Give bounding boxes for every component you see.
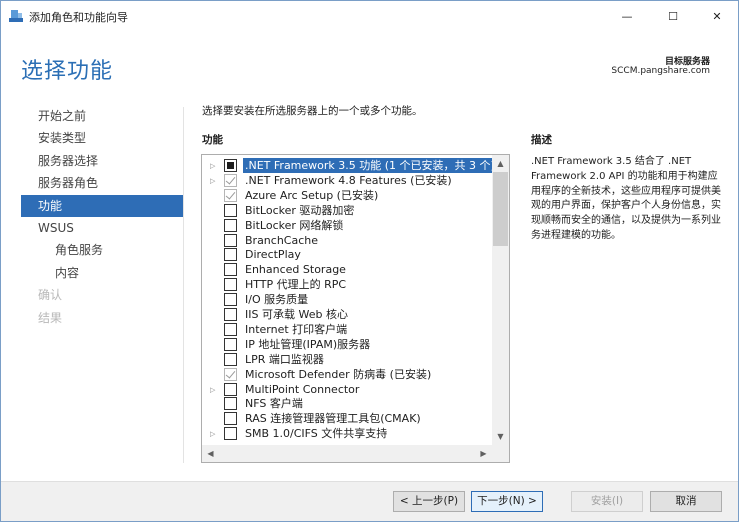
feature-checkbox[interactable] (224, 159, 237, 172)
previous-button[interactable]: < 上一步(P) (393, 491, 465, 512)
feature-label: BitLocker 网络解锁 (245, 218, 344, 232)
feature-row[interactable]: BitLocker 驱动器加密 (202, 203, 492, 218)
install-button: 安装(I) (571, 491, 643, 512)
close-button[interactable]: ✕ (695, 1, 739, 31)
server-manager-icon (9, 10, 23, 22)
description-header: 描述 (531, 134, 552, 146)
feature-label: .NET Framework 3.5 功能 (1 个已安装，共 3 个) (243, 158, 497, 173)
feature-label: LPR 端口监视器 (245, 352, 324, 366)
expand-icon[interactable]: ▷ (210, 385, 218, 395)
feature-row[interactable]: Microsoft Defender 防病毒 (已安装) (202, 367, 492, 382)
maximize-button[interactable]: ☐ (651, 1, 695, 31)
feature-checkbox[interactable] (224, 322, 237, 336)
feature-row[interactable]: Azure Arc Setup (已安装) (202, 188, 492, 203)
feature-label: BitLocker 驱动器加密 (245, 203, 355, 217)
feature-checkbox[interactable] (224, 293, 237, 307)
feature-label: Azure Arc Setup (已安装) (245, 188, 379, 202)
feature-row[interactable]: Enhanced Storage (202, 262, 492, 277)
destination-server-name: SCCM.pangshare.com (611, 66, 710, 76)
feature-label: Internet 打印客户端 (245, 322, 348, 336)
expand-icon[interactable]: ▷ (210, 429, 218, 439)
nav-item-wsus[interactable]: WSUS (21, 217, 183, 239)
horizontal-scrollbar[interactable]: ◀ ▶ (202, 445, 492, 462)
nav-item-results: 结果 (38, 310, 63, 325)
nav-item-before-you-begin[interactable]: 开始之前 (21, 105, 183, 127)
feature-checkbox[interactable] (224, 352, 237, 366)
feature-row[interactable]: RAS 连接管理器管理工具包(CMAK) (202, 411, 492, 426)
minimize-button[interactable]: — (605, 1, 649, 31)
feature-checkbox (224, 173, 237, 187)
feature-label: Enhanced Storage (245, 263, 346, 277)
feature-row[interactable]: ▷ .NET Framework 4.8 Features (已安装) (202, 173, 492, 188)
feature-row[interactable]: ▷ MultiPoint Connector (202, 382, 492, 397)
feature-label: .NET Framework 4.8 Features (已安装) (245, 173, 452, 187)
feature-row[interactable]: DirectPlay (202, 247, 492, 262)
feature-row[interactable]: ▷ .NET Framework 3.5 功能 (1 个已安装，共 3 个) (202, 158, 497, 173)
vertical-scrollbar[interactable]: ▲ ▼ (492, 155, 509, 445)
feature-checkbox[interactable] (224, 397, 237, 411)
feature-checkbox (224, 367, 237, 381)
feature-label: I/O 服务质量 (245, 293, 309, 307)
feature-row[interactable]: HTTP 代理上的 RPC (202, 277, 492, 292)
instruction-text: 选择要安装在所选服务器上的一个或多个功能。 (202, 105, 423, 117)
feature-row[interactable]: LPR 端口监视器 (202, 352, 492, 367)
nav-divider (183, 107, 184, 463)
feature-checkbox[interactable] (224, 382, 237, 396)
expand-icon[interactable]: ▷ (210, 176, 218, 186)
feature-label: BranchCache (245, 233, 319, 247)
features-tree[interactable]: ▷ .NET Framework 3.5 功能 (1 个已安装，共 3 个) ▷ .N… (201, 154, 510, 463)
scrollbar-thumb[interactable] (493, 172, 508, 246)
feature-row[interactable]: I/O 服务质量 (202, 292, 492, 307)
title-bar: 添加角色和功能向导 — ☐ ✕ (1, 1, 738, 31)
feature-checkbox[interactable] (224, 263, 237, 277)
feature-checkbox[interactable] (224, 203, 237, 217)
feature-label: IIS 可承载 Web 核心 (245, 308, 348, 321)
scrollbar-corner (492, 445, 509, 462)
nav-item-role-services[interactable]: 角色服务 (21, 239, 183, 261)
feature-label: DirectPlay (245, 248, 301, 262)
expand-icon[interactable]: ▷ (210, 161, 218, 171)
feature-row[interactable]: IIS 可承载 Web 核心 (202, 307, 492, 322)
window-title: 添加角色和功能向导 (29, 11, 128, 24)
nav-item-server-roles[interactable]: 服务器角色 (21, 172, 183, 194)
nav-item-content[interactable]: 内容 (21, 262, 183, 284)
feature-row[interactable]: BitLocker 网络解锁 (202, 218, 492, 233)
page-title: 选择功能 (21, 59, 114, 84)
nav-item-installation-type[interactable]: 安装类型 (21, 127, 183, 149)
nav-item-features[interactable]: 功能 (21, 194, 183, 217)
feature-row[interactable]: ▷ SMB 1.0/CIFS 文件共享支持 (202, 426, 492, 441)
feature-checkbox[interactable] (224, 233, 237, 247)
cancel-button[interactable]: 取消 (650, 491, 722, 512)
feature-checkbox[interactable] (224, 308, 237, 321)
feature-label: RAS 连接管理器管理工具包(CMAK) (245, 412, 421, 426)
feature-label: NFS 客户端 (245, 397, 303, 411)
scroll-right-icon[interactable]: ▶ (475, 445, 492, 462)
feature-row[interactable]: BranchCache (202, 233, 492, 248)
feature-checkbox[interactable] (224, 278, 237, 292)
scroll-down-icon[interactable]: ▼ (492, 428, 509, 445)
feature-label: HTTP 代理上的 RPC (245, 278, 347, 292)
description-text: .NET Framework 3.5 结合了 .NET Framework 2.… (531, 156, 721, 241)
feature-checkbox (224, 188, 237, 202)
feature-label: Microsoft Defender 防病毒 (已安装) (245, 367, 432, 381)
feature-checkbox[interactable] (224, 337, 237, 351)
feature-checkbox[interactable] (224, 248, 237, 262)
wizard-window: 添加角色和功能向导 — ☐ ✕ 选择功能 目标服务器 SCCM.pangshar… (0, 0, 739, 522)
feature-label: IP 地址管理(IPAM)服务器 (245, 337, 371, 351)
nav-item-server-selection[interactable]: 服务器选择 (21, 150, 183, 172)
next-button[interactable]: 下一步(N) > (471, 491, 543, 512)
feature-checkbox[interactable] (224, 412, 237, 426)
nav-item-confirmation: 确认 (38, 288, 63, 303)
wizard-nav: 开始之前 安装类型 服务器选择 服务器角色 功能 WSUS 角色服务 内容 确认… (21, 105, 183, 329)
feature-checkbox[interactable] (224, 427, 237, 441)
scroll-up-icon[interactable]: ▲ (492, 155, 509, 172)
feature-row[interactable]: NFS 客户端 (202, 396, 492, 411)
feature-row[interactable]: Internet 打印客户端 (202, 322, 492, 337)
features-header: 功能 (202, 134, 223, 146)
feature-checkbox[interactable] (224, 218, 237, 232)
feature-label: SMB 1.0/CIFS 文件共享支持 (245, 427, 388, 441)
feature-label: MultiPoint Connector (245, 382, 360, 396)
feature-row[interactable]: IP 地址管理(IPAM)服务器 (202, 337, 492, 352)
scroll-left-icon[interactable]: ◀ (202, 445, 219, 462)
